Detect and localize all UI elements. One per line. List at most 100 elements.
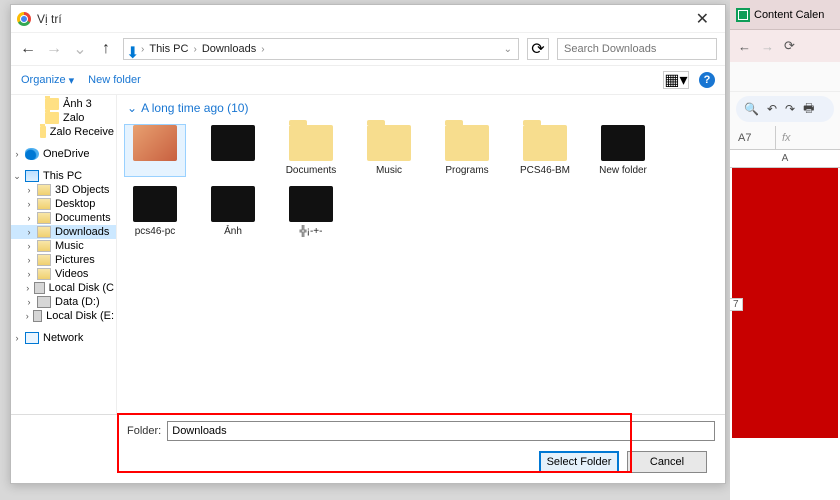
tree-node--nh-3[interactable]: Ảnh 3	[11, 97, 116, 111]
up-button[interactable]: ↑	[97, 40, 115, 58]
help-icon[interactable]: ?	[699, 72, 715, 88]
file-item[interactable]: Ảnh	[203, 186, 263, 237]
chevron-icon[interactable]: ›	[25, 311, 29, 321]
print-icon[interactable]: 🖶	[803, 99, 814, 120]
tree-node-documents[interactable]: ›Documents	[11, 211, 116, 225]
down-arrow-icon[interactable]: ⬇	[126, 43, 138, 55]
chevron-icon[interactable]: ›	[13, 333, 21, 343]
organize-menu[interactable]: Organize ▾	[21, 74, 74, 87]
file-item[interactable]: Programs	[437, 125, 497, 176]
search-box[interactable]	[557, 38, 717, 60]
tree-node-pictures[interactable]: ›Pictures	[11, 253, 116, 267]
crumb-downloads[interactable]: Downloads	[200, 43, 258, 55]
refresh-button[interactable]: ⟳	[527, 38, 549, 60]
sheets-icon	[736, 8, 750, 22]
folder-icon	[367, 125, 411, 161]
folder-icon	[211, 125, 255, 161]
chevron-icon[interactable]: ›	[25, 199, 33, 209]
search-icon[interactable]: 🔍	[744, 102, 759, 116]
chevron-icon[interactable]: ›	[25, 185, 33, 195]
chevron-right-icon[interactable]: ›	[138, 44, 147, 55]
undo-icon[interactable]: ↶	[767, 102, 777, 116]
folder-icon	[289, 125, 333, 161]
tree-node-videos[interactable]: › Videos	[11, 267, 116, 281]
sys-icon	[37, 198, 51, 210]
chevron-icon[interactable]: ›	[25, 297, 33, 307]
chevron-icon[interactable]: ›	[25, 227, 33, 237]
search-input[interactable]	[564, 43, 710, 55]
tree-label: 3D Objects	[55, 184, 109, 196]
folder-icon	[523, 125, 567, 161]
tree-node-music[interactable]: ›Music	[11, 239, 116, 253]
background-browser: Content Calen ← → ⟳ 🔍 ↶ ↷ 🖶 A7 fx A 7	[730, 0, 840, 500]
dialog-window: Vị trí ✕ ← → ⌄ ↑ ⬇ › This PC › Downloads…	[10, 4, 726, 484]
tree-view[interactable]: Ảnh 3ZaloZalo Receive ›OneDrive ⌄This PC › 3…	[11, 95, 117, 414]
tree-node-desktop[interactable]: › Desktop	[11, 197, 116, 211]
spreadsheet-grid[interactable]: A 7	[730, 150, 840, 500]
dropdown-icon[interactable]: ⌄	[504, 44, 516, 55]
chevron-icon[interactable]: ›	[25, 255, 33, 265]
file-name: ╬¡-+-	[300, 226, 323, 237]
tree-node-onedrive[interactable]: ›OneDrive	[11, 147, 116, 161]
colored-cell-range[interactable]	[732, 168, 838, 438]
tree-node-network[interactable]: ›Network	[11, 331, 116, 345]
file-grid[interactable]: Documents Music Programs PCS46-BM New folder…	[117, 121, 725, 241]
file-item[interactable]: PCS46-BM	[515, 125, 575, 176]
tree-node-local-disk-e-[interactable]: › Local Disk (E:	[11, 309, 116, 323]
tree-node-local-disk-c[interactable]: › Local Disk (C	[11, 281, 116, 295]
sys-icon	[37, 254, 51, 266]
chevron-icon[interactable]: ›	[25, 269, 33, 279]
sys-icon	[37, 184, 51, 196]
tree-label: Local Disk (E:	[46, 310, 114, 322]
tree-label: Videos	[55, 268, 88, 280]
redo-icon[interactable]: ↷	[785, 102, 795, 116]
tree-node-data-d-[interactable]: ›Data (D:)	[11, 295, 116, 309]
chevron-icon[interactable]: ›	[25, 213, 33, 223]
new-folder-button[interactable]: New folder	[88, 74, 141, 86]
folder-input[interactable]	[167, 421, 715, 441]
window-title: Vị trí	[37, 12, 62, 26]
tree-node-this-pc[interactable]: ⌄This PC	[11, 169, 116, 183]
view-mode-button[interactable]: ▦▾	[663, 71, 689, 89]
file-item[interactable]: New folder	[593, 125, 653, 176]
tree-label: Desktop	[55, 198, 95, 210]
file-name: Music	[376, 165, 402, 176]
reload-icon[interactable]: ⟳	[784, 38, 795, 54]
select-folder-button[interactable]: Select Folder	[539, 451, 619, 473]
name-box[interactable]: A7	[730, 126, 776, 149]
sheets-menubar	[730, 62, 840, 92]
chevron-icon[interactable]: ›	[25, 283, 30, 293]
forward-button[interactable]: →	[45, 40, 63, 58]
file-item[interactable]: Documents	[281, 125, 341, 176]
browser-tab[interactable]: Content Calen	[730, 0, 840, 30]
tree-label: Local Disk (C	[49, 282, 114, 294]
tree-node-zalo-receive[interactable]: Zalo Receive	[11, 125, 116, 139]
tree-node-downloads[interactable]: › Downloads	[11, 225, 116, 239]
forward-icon[interactable]: →	[761, 39, 774, 54]
file-item[interactable]	[203, 125, 263, 176]
chevron-icon[interactable]: ›	[25, 241, 33, 251]
recent-dropdown[interactable]: ⌄	[71, 40, 89, 58]
file-name: Ảnh	[224, 226, 242, 237]
group-header[interactable]: ⌄ A long time ago (10)	[117, 95, 725, 121]
back-icon[interactable]: ←	[738, 39, 751, 54]
close-icon[interactable]: ✕	[686, 7, 719, 31]
file-item[interactable]: ╬¡-+-	[281, 186, 341, 237]
file-item[interactable]: pcs46-pc	[125, 186, 185, 237]
dialog-footer: Folder: Select Folder Cancel	[11, 414, 725, 483]
file-item[interactable]	[125, 125, 185, 176]
tree-node-zalo[interactable]: Zalo	[11, 111, 116, 125]
cancel-button[interactable]: Cancel	[627, 451, 707, 473]
tree-node-3d-objects[interactable]: › 3D Objects	[11, 183, 116, 197]
crumb-thispc[interactable]: This PC	[147, 43, 190, 55]
sys-icon	[37, 226, 51, 238]
row-header[interactable]: 7	[729, 298, 743, 311]
back-button[interactable]: ←	[19, 40, 37, 58]
chevron-icon[interactable]: ⌄	[13, 171, 21, 182]
breadcrumb[interactable]: ⬇ › This PC › Downloads › ⌄	[123, 38, 519, 60]
chevron-icon[interactable]: ›	[13, 149, 21, 159]
file-item[interactable]: Music	[359, 125, 419, 176]
tree-label: Downloads	[55, 226, 109, 238]
folder-icon	[45, 98, 59, 110]
column-header[interactable]: A	[730, 150, 840, 168]
